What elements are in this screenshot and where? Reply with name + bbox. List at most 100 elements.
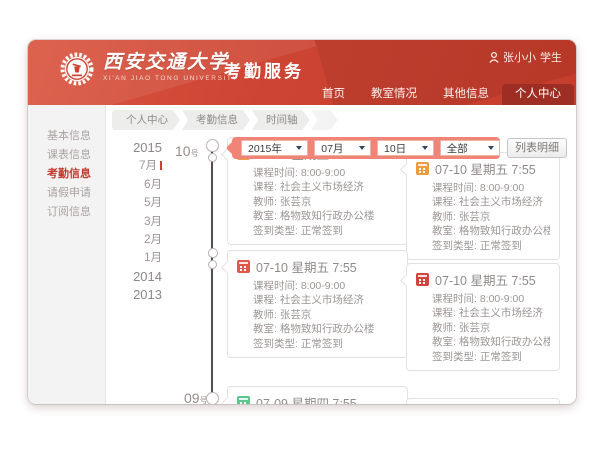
attendance-field: 教师: 张芸京 xyxy=(432,210,550,224)
sidebar-item[interactable]: 课表信息 xyxy=(28,146,105,165)
attendance-field: 签到类型: 正常签到 xyxy=(253,337,398,351)
attendance-card[interactable]: 07-10 星期五 7:55 课程时间: 8:00-9:00课程: 社会主义市场经… xyxy=(406,263,560,371)
attendance-field: 签到类型: 正常签到 xyxy=(253,224,398,238)
attendance-card-header: 07-10 星期五 7:55 xyxy=(416,160,550,176)
timeline-month-label[interactable]: 6月 xyxy=(98,176,162,194)
main-nav: 首页教室情况其他信息个人中心 xyxy=(309,84,574,105)
day-number: 10 xyxy=(175,143,191,159)
filter-select[interactable]: 07月 xyxy=(314,140,371,156)
day-number: 09 xyxy=(184,390,200,404)
nav-tab[interactable]: 教室情况 xyxy=(358,84,430,105)
timeline-day-label-bottom: 09号 xyxy=(184,390,208,404)
timeline-year-label[interactable]: 2014 xyxy=(98,268,162,286)
attendance-card-header: 07-10 星期五 7:55 xyxy=(416,271,550,287)
attendance-type-badge-icon xyxy=(416,273,429,286)
chevron-down-icon xyxy=(359,146,365,150)
attendance-field: 签到类型: 正常签到 xyxy=(432,350,550,364)
attendance-field: 课程: 社会主义市场经济 xyxy=(432,195,550,209)
nav-tab[interactable]: 其他信息 xyxy=(430,84,502,105)
date-filter-bar: 2015年 07月 10日 全部 xyxy=(232,137,500,159)
attendance-type-badge-icon xyxy=(237,396,250,405)
filter-select-value: 07月 xyxy=(321,141,343,156)
attendance-card[interactable]: 07-10 星期五 7:55 课程时间: 8:00-9:00课程: 社会主义市场经… xyxy=(227,250,408,358)
sidebar-item[interactable]: 请假申请 xyxy=(28,184,105,203)
university-name-cn: 西安交通大学 xyxy=(103,51,238,73)
timeline-year-label[interactable]: 2013 xyxy=(98,286,162,304)
timeline-axis xyxy=(211,140,213,404)
timeline-day-label-top: 10号 xyxy=(175,143,199,161)
day-suffix: 号 xyxy=(191,149,199,158)
filter-select-value: 2015年 xyxy=(248,141,282,156)
timeline-month-label[interactable]: 3月 xyxy=(98,213,162,231)
attendance-card-fields: 课程时间: 8:00-9:00课程: 社会主义市场经济教师: 张芸京教室: 格物… xyxy=(432,292,550,364)
university-title-block: 西安交通大学 XI'AN JIAO TONG UNIVERSITY xyxy=(103,51,238,82)
timeline-node xyxy=(208,260,217,269)
user-info[interactable]: 张小小 学生 xyxy=(489,49,562,65)
attendance-card-header: 07-09 星期四 7:55 xyxy=(237,394,398,404)
attendance-field: 签到类型: 正常签到 xyxy=(432,239,550,253)
university-name-en: XI'AN JIAO TONG UNIVERSITY xyxy=(103,75,238,82)
timeline-node xyxy=(208,153,217,162)
attendance-field: 课程时间: 8:00-9:00 xyxy=(253,166,398,180)
user-name: 张小小 xyxy=(503,49,536,65)
sidebar-item[interactable]: 考勤信息 xyxy=(28,165,105,184)
page-background: 西安交通大学 XI'AN JIAO TONG UNIVERSITY 考勤服务 张… xyxy=(0,0,600,450)
attendance-field: 教室: 格物致知行政办公楼 xyxy=(432,335,550,349)
filter-select[interactable]: 2015年 xyxy=(241,140,308,156)
breadcrumb-item[interactable]: 个人中心 xyxy=(112,110,180,130)
attendance-field: 教师: 张芸京 xyxy=(253,195,398,209)
attendance-field: 课程: 社会主义市场经济 xyxy=(432,306,550,320)
breadcrumb-item[interactable]: 考勤信息 xyxy=(182,110,250,130)
attendance-type-badge-icon xyxy=(416,162,429,175)
filter-select[interactable]: 10日 xyxy=(377,140,434,156)
attendance-type-badge-icon xyxy=(237,260,250,273)
user-role: 学生 xyxy=(540,49,562,65)
chevron-down-icon xyxy=(422,146,428,150)
chevron-down-icon xyxy=(296,146,302,150)
attendance-field: 课程时间: 8:00-9:00 xyxy=(432,181,550,195)
attendance-field: 教室: 格物致知行政办公楼 xyxy=(253,322,398,336)
attendance-card-title: 07-10 星期五 7:55 xyxy=(435,270,536,289)
attendance-card-header: 07-10 星期五 7:55 xyxy=(237,258,398,274)
attendance-card[interactable]: 07-09 星期四 7:55课程时间: 8:00-9:00课程: 社会主义市场经… xyxy=(227,386,408,404)
app-header: 西安交通大学 XI'AN JIAO TONG UNIVERSITY 考勤服务 张… xyxy=(28,40,576,105)
timeline-year-label[interactable]: 2015 xyxy=(98,139,162,157)
attendance-field: 教室: 格物致知行政办公楼 xyxy=(432,224,550,238)
attendance-field: 教室: 格物致知行政办公楼 xyxy=(253,209,398,223)
breadcrumb: 个人中心考勤信息时间轴 xyxy=(112,110,340,130)
timeline-month-label[interactable]: 5月 xyxy=(98,194,162,212)
timeline-month-label[interactable]: 7月 xyxy=(98,157,162,175)
attendance-card-title: 07-09 星期四 7:55 xyxy=(256,393,357,405)
attendance-card-fields: 课程时间: 8:00-9:00课程: 社会主义市场经济教师: 张芸京教室: 格物… xyxy=(253,166,398,238)
timeline-month-label[interactable]: 2月 xyxy=(98,231,162,249)
attendance-field: 教师: 张芸京 xyxy=(253,308,398,322)
attendance-field: 课程: 社会主义市场经济 xyxy=(253,180,398,194)
breadcrumb-trailing-arrow xyxy=(312,110,338,130)
filter-select-value: 10日 xyxy=(384,141,406,156)
attendance-card-title: 07-10 星期五 7:55 xyxy=(256,257,357,276)
timeline-node xyxy=(206,392,219,405)
attendance-card-title: 07-10 星期五 7:55 xyxy=(435,159,536,178)
timeline-node xyxy=(206,139,219,152)
sidebar-item[interactable]: 订阅信息 xyxy=(28,203,105,222)
timeline-year-list: 20157月6月5月3月2月1月20142013 xyxy=(98,139,162,305)
timeline-month-label[interactable]: 1月 xyxy=(98,249,162,267)
chevron-down-icon xyxy=(488,146,494,150)
nav-tab[interactable]: 个人中心 xyxy=(502,84,574,105)
attendance-field: 课程: 社会主义市场经济 xyxy=(253,293,398,307)
service-title: 考勤服务 xyxy=(224,57,304,82)
attendance-card-fields: 课程时间: 8:00-9:00课程: 社会主义市场经济教师: 张芸京教室: 格物… xyxy=(253,279,398,351)
sidebar: 基本信息课表信息考勤信息请假申请订阅信息 xyxy=(28,105,106,404)
attendance-field: 课程时间: 8:00-9:00 xyxy=(253,279,398,293)
attendance-field: 教师: 张芸京 xyxy=(432,321,550,335)
university-gear-logo-icon xyxy=(59,51,95,87)
sidebar-item[interactable]: 基本信息 xyxy=(28,127,105,146)
attendance-field: 课程时间: 8:00-9:00 xyxy=(432,292,550,306)
attendance-card[interactable]: 07-10 星期五 7:55 课程时间: 8:00-9:00课程: 社会主义市场经… xyxy=(406,152,560,260)
attendance-card[interactable]: 07-09 星期四 7:55课程时间: 8:00-9:00课程: 社会主义市场经… xyxy=(406,398,560,404)
list-detail-button[interactable]: 列表明细 xyxy=(507,138,567,158)
filter-select[interactable]: 全部 xyxy=(440,140,500,156)
app-window: 西安交通大学 XI'AN JIAO TONG UNIVERSITY 考勤服务 张… xyxy=(28,40,576,404)
nav-tab[interactable]: 首页 xyxy=(309,84,358,105)
breadcrumb-item[interactable]: 时间轴 xyxy=(252,110,310,130)
